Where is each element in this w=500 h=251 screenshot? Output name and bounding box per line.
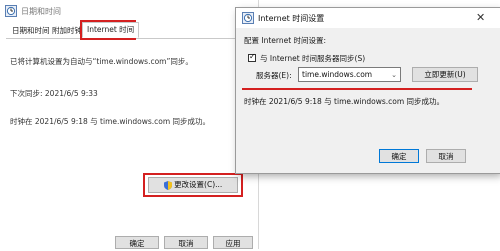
tab-internet-time[interactable]: Internet 时间: [82, 22, 140, 38]
change-settings-label: 更改设置(C)...: [174, 180, 223, 189]
dialog-ok-button[interactable]: 确定: [379, 149, 419, 163]
chevron-down-icon[interactable]: ⌄: [391, 68, 397, 82]
sync-checkbox[interactable]: ✓: [248, 52, 256, 62]
checkmark-icon: ✓: [249, 52, 256, 61]
ok-button[interactable]: 确定: [115, 236, 159, 249]
update-now-button[interactable]: 立即更新(U): [412, 67, 478, 82]
clock-icon: [242, 12, 254, 24]
dialog-title: Internet 时间设置: [258, 14, 325, 23]
server-value: time.windows.com: [302, 70, 373, 79]
uac-shield-icon: [163, 180, 172, 190]
sync-status-text: 时钟在 2021/6/5 9:18 与 time.windows.com 同步成…: [244, 97, 445, 106]
last-sync-text: 时钟在 2021/6/5 9:18 与 time.windows.com 同步成…: [10, 117, 211, 126]
cancel-button[interactable]: 取消: [164, 236, 208, 249]
next-sync-text: 下次同步: 2021/6/5 9:33: [10, 89, 98, 98]
dialog-title-bar: Internet 时间设置 ✕: [236, 8, 500, 28]
server-label: 服务器(E):: [256, 71, 292, 80]
change-settings-button[interactable]: 更改设置(C)...: [148, 177, 238, 193]
config-label: 配置 Internet 时间设置:: [244, 36, 327, 45]
auto-sync-text: 已将计算机设置为自动与“time.windows.com”同步。: [10, 57, 193, 66]
server-combobox[interactable]: time.windows.com ⌄: [298, 67, 401, 82]
clock-icon: [5, 5, 17, 17]
title-bar: 日期和时间: [0, 0, 258, 22]
apply-button[interactable]: 应用: [213, 236, 253, 249]
highlight-underline: [242, 88, 472, 90]
close-icon[interactable]: ✕: [476, 11, 485, 24]
internet-time-settings-dialog: Internet 时间设置 ✕ 配置 Internet 时间设置: ✓ 与 In…: [236, 8, 500, 173]
window-title: 日期和时间: [21, 7, 61, 16]
tab-date-time[interactable]: 日期和时间: [8, 24, 54, 37]
dialog-cancel-button[interactable]: 取消: [426, 149, 466, 163]
date-time-window: 日期和时间 日期和时间 附加时钟 Internet 时间 已将计算机设置为自动与…: [0, 0, 259, 249]
sync-checkbox-label: 与 Internet 时间服务器同步(S): [260, 54, 366, 63]
